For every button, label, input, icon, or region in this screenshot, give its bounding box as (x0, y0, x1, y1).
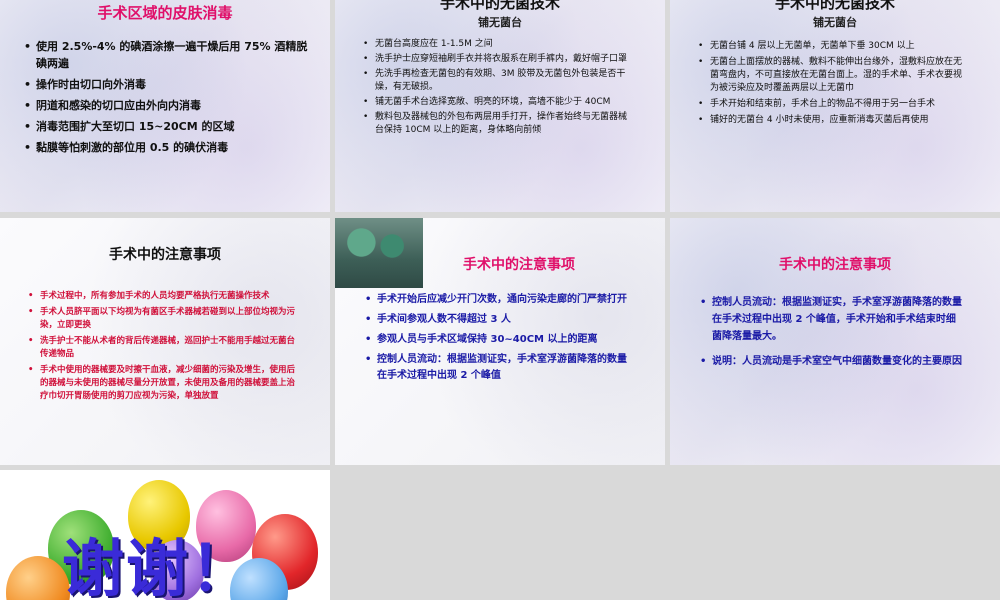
slide-1-title: 手术区域的皮肤消毒 (97, 4, 233, 22)
list-item: 黏膜等怕刺激的部位用 0.5 的碘伏消毒 (24, 139, 309, 156)
list-item: 无菌台铺 4 层以上无菌单，无菌单下垂 30CM 以上 (698, 40, 970, 53)
slide-4-title: 手术中的注意事项 (109, 247, 221, 263)
slide-3-subtitle: 铺无菌台 (813, 16, 857, 29)
list-item: 控制人员流动：根据监测证实，手术室浮游菌降落的数量在手术过程中出现 2 个峰值，… (700, 294, 965, 345)
list-item: 操作时由切口向外消毒 (24, 76, 309, 93)
list-item: 手术开始和结束前，手术台上的物品不得用于另一台手术 (698, 98, 970, 111)
list-item: 使用 2.5%-4% 的碘酒涂擦一遍干燥后用 75% 酒精脱碘两遍 (24, 38, 309, 72)
slide-3[interactable]: 手术中的无菌技术 铺无菌台 无菌台铺 4 层以上无菌单，无菌单下垂 30CM 以… (670, 0, 1000, 212)
thanks-text: 谢谢！ (62, 532, 255, 600)
list-item: 说明：人员流动是手术室空气中细菌数量变化的主要原因 (700, 353, 965, 370)
slide-4-bullets: 手术过程中，所有参加手术的人员均要严格执行无菌操作技术 手术人员脐平面以下均视为… (28, 290, 300, 403)
slide-7[interactable]: 谢谢！ (0, 470, 330, 600)
list-item: 消毒范围扩大至切口 15~20CM 的区域 (24, 118, 309, 135)
list-item: 手术间参观人数不得超过 3 人 (365, 312, 627, 328)
list-item: 手术中使用的器械要及时擦干血液，减少细菌的污染及增生，使用后的器械与未使用的器械… (28, 364, 300, 403)
surgery-photo (335, 218, 423, 288)
slide-6-bullets: 控制人员流动：根据监测证实，手术室浮游菌降落的数量在手术过程中出现 2 个峰值，… (700, 294, 965, 370)
slide-5-bullets: 手术开始后应减少开门次数，通向污染走廊的门严禁打开 手术间参观人数不得超过 3 … (365, 292, 627, 384)
list-item: 控制人员流动：根据监测证实，手术室浮游菌降落的数量在手术过程中出现 2 个峰值 (365, 352, 627, 384)
list-item: 手术开始后应减少开门次数，通向污染走廊的门严禁打开 (365, 292, 627, 308)
slide-2-title: 手术中的无菌技术 (439, 0, 560, 12)
list-item: 洗手护士不能从术者的背后传递器械，巡回护士不能用手越过无菌台传递物品 (28, 335, 300, 361)
slide-1-bullets: 使用 2.5%-4% 的碘酒涂擦一遍干燥后用 75% 酒精脱碘两遍 操作时由切口… (24, 38, 309, 156)
list-item: 无菌台上面摆放的器械、敷料不能伸出台缘外，湿敷料应放在无菌弯盘内，不可直接放在无… (698, 56, 970, 95)
slide-2[interactable]: 手术中的无菌技术 铺无菌台 无菌台高度应在 1-1.5M 之间 洗手护士应穿短袖… (335, 0, 665, 212)
list-item: 参观人员与手术区域保持 30~40CM 以上的距离 (365, 332, 627, 348)
slide-3-bullets: 无菌台铺 4 层以上无菌单，无菌单下垂 30CM 以上 无菌台上面摆放的器械、敷… (698, 40, 970, 127)
list-item: 铺无菌手术台选择宽敞、明亮的环境，高墙不能少于 40CM (363, 96, 635, 109)
slide-2-bullets: 无菌台高度应在 1-1.5M 之间 洗手护士应穿短袖刷手衣并将衣服系在刷手裤内，… (363, 38, 635, 137)
list-item: 阴道和感染的切口应由外向内消毒 (24, 97, 309, 114)
list-item: 洗手护士应穿短袖刷手衣并将衣服系在刷手裤内，戴好帽子口罩 (363, 53, 635, 66)
list-item: 先洗手再检查无菌包的有效期、3M 胶带及无菌包外包装是否干燥，有无破损。 (363, 68, 635, 94)
list-item: 无菌台高度应在 1-1.5M 之间 (363, 38, 635, 51)
list-item: 敷料包及器械包的外包布两层用手打开，操作者始终与无菌器械台保持 10CM 以上的… (363, 111, 635, 137)
slide-3-title: 手术中的无菌技术 (774, 0, 895, 12)
slide-6[interactable]: 手术中的注意事项 控制人员流动：根据监测证实，手术室浮游菌降落的数量在手术过程中… (670, 218, 1000, 465)
slide-1[interactable]: 手术区域的皮肤消毒 使用 2.5%-4% 的碘酒涂擦一遍干燥后用 75% 酒精脱… (0, 0, 330, 212)
list-item: 铺好的无菌台 4 小时未使用，应重新消毒灭菌后再使用 (698, 114, 970, 127)
slide-5-title: 手术中的注意事项 (463, 257, 575, 273)
list-item: 手术过程中，所有参加手术的人员均要严格执行无菌操作技术 (28, 290, 300, 303)
slide-4[interactable]: 手术中的注意事项 手术过程中，所有参加手术的人员均要严格执行无菌操作技术 手术人… (0, 218, 330, 465)
slide-2-subtitle: 铺无菌台 (478, 16, 522, 29)
list-item: 手术人员脐平面以下均视为有菌区手术器械若碰到以上部位均视为污染，立即更换 (28, 306, 300, 332)
slide-5[interactable]: 手术中的注意事项 手术开始后应减少开门次数，通向污染走廊的门严禁打开 手术间参观… (335, 218, 665, 465)
slide-6-title: 手术中的注意事项 (779, 257, 891, 273)
